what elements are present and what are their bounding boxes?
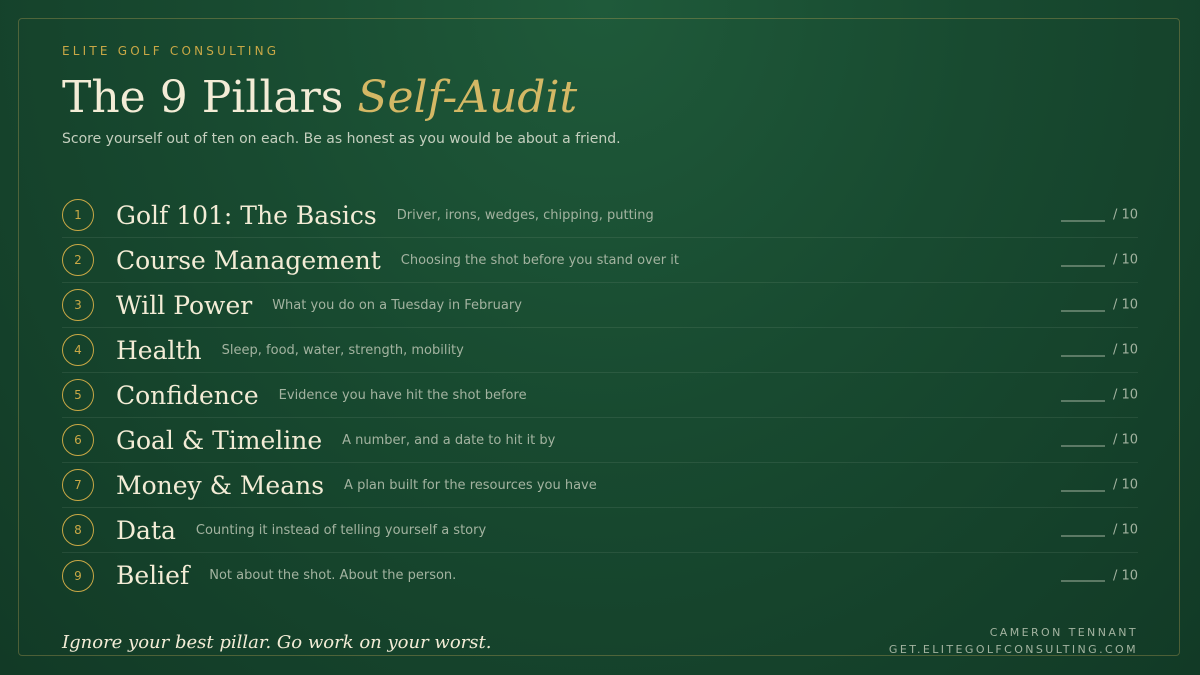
pillar-name: Belief bbox=[116, 561, 190, 590]
score-out-of: / 10 bbox=[1112, 207, 1138, 223]
score-out-of: / 10 bbox=[1112, 252, 1138, 268]
brand-eyebrow: ELITE GOLF CONSULTING bbox=[62, 44, 280, 58]
score-blank-line[interactable] bbox=[1060, 299, 1105, 311]
pillar-row: 1 Golf 101: The Basics Driver, irons, we… bbox=[62, 193, 1138, 238]
pillar-name: Confidence bbox=[116, 380, 259, 410]
score-out-of: / 10 bbox=[1112, 387, 1138, 403]
pillar-number-badge: 2 bbox=[62, 244, 94, 276]
website-url: GET.ELITEGOLFCONSULTING.COM bbox=[888, 643, 1138, 656]
score-field: / 10 bbox=[1060, 252, 1138, 268]
page-title: The 9 Pillars Self-Audit bbox=[62, 68, 577, 128]
pillar-number-badge: 4 bbox=[62, 334, 94, 366]
score-out-of: / 10 bbox=[1112, 297, 1138, 313]
score-blank-line[interactable] bbox=[1060, 434, 1105, 446]
pillar-row: 9 Belief Not about the shot. About the p… bbox=[62, 553, 1138, 598]
pillar-name: Money & Means bbox=[116, 470, 325, 500]
pillar-number-badge: 3 bbox=[62, 289, 94, 321]
pillar-number-badge: 8 bbox=[62, 514, 94, 546]
score-blank-line[interactable] bbox=[1060, 389, 1105, 401]
pillar-list: 1 Golf 101: The Basics Driver, irons, we… bbox=[62, 193, 1138, 598]
score-field: / 10 bbox=[1060, 207, 1138, 223]
pillar-name: Goal & Timeline bbox=[116, 425, 323, 455]
pillar-description: A number, and a date to hit it by bbox=[342, 432, 556, 448]
title-main: The 9 Pillars bbox=[62, 72, 358, 123]
pillar-row: 4 Health Sleep, food, water, strength, m… bbox=[62, 328, 1138, 373]
score-blank-line[interactable] bbox=[1060, 209, 1105, 221]
score-field: / 10 bbox=[1060, 568, 1138, 583]
score-field: / 10 bbox=[1060, 477, 1138, 493]
pillar-description: What you do on a Tuesday in February bbox=[272, 297, 522, 313]
pillar-number-badge: 7 bbox=[62, 469, 94, 501]
score-field: / 10 bbox=[1060, 432, 1138, 448]
pillar-number-badge: 5 bbox=[62, 379, 94, 411]
author-name: CAMERON TENNANT bbox=[989, 626, 1138, 639]
pillar-description: A plan built for the resources you have bbox=[344, 477, 597, 493]
pillar-description: Evidence you have hit the shot before bbox=[278, 387, 527, 403]
score-out-of: / 10 bbox=[1112, 432, 1138, 448]
score-out-of: / 10 bbox=[1112, 342, 1138, 358]
page-subtitle: Score yourself out of ten on each. Be as… bbox=[62, 131, 621, 147]
pillar-number-badge: 9 bbox=[62, 559, 94, 592]
pillar-name: Will Power bbox=[116, 290, 253, 320]
score-field: / 10 bbox=[1060, 522, 1138, 538]
score-blank-line[interactable] bbox=[1060, 344, 1105, 356]
pillar-row: 3 Will Power What you do on a Tuesday in… bbox=[62, 283, 1138, 328]
pillar-name: Golf 101: The Basics bbox=[116, 200, 377, 230]
score-blank-line[interactable] bbox=[1060, 570, 1105, 582]
score-out-of: / 10 bbox=[1112, 522, 1138, 538]
pillar-description: Choosing the shot before you stand over … bbox=[400, 252, 679, 268]
score-field: / 10 bbox=[1060, 297, 1138, 313]
score-blank-line[interactable] bbox=[1060, 479, 1105, 491]
pillar-name: Data bbox=[116, 515, 176, 545]
score-out-of: / 10 bbox=[1112, 568, 1138, 583]
pillar-row: 6 Goal & Timeline A number, and a date t… bbox=[62, 418, 1138, 463]
pillar-row: 2 Course Management Choosing the shot be… bbox=[62, 238, 1138, 283]
pillar-description: Driver, irons, wedges, chipping, putting bbox=[396, 207, 654, 223]
score-blank-line[interactable] bbox=[1060, 524, 1105, 536]
pillar-number-badge: 1 bbox=[62, 199, 94, 231]
score-field: / 10 bbox=[1060, 342, 1138, 358]
pillar-row: 8 Data Counting it instead of telling yo… bbox=[62, 508, 1138, 553]
footer-credit: CAMERON TENNANT GET.ELITEGOLFCONSULTING.… bbox=[889, 624, 1138, 658]
pillar-row: 5 Confidence Evidence you have hit the s… bbox=[62, 373, 1138, 418]
score-field: / 10 bbox=[1060, 387, 1138, 403]
pillar-name: Health bbox=[116, 335, 202, 365]
pillar-description: Not about the shot. About the person. bbox=[209, 568, 457, 583]
title-accent: Self-Audit bbox=[357, 72, 578, 123]
pillar-row: 7 Money & Means A plan built for the res… bbox=[62, 463, 1138, 508]
score-blank-line[interactable] bbox=[1060, 254, 1105, 266]
pillar-description: Counting it instead of telling yourself … bbox=[195, 522, 487, 538]
pillar-number-badge: 6 bbox=[62, 424, 94, 456]
pillar-name: Course Management bbox=[116, 245, 381, 275]
pillar-description: Sleep, food, water, strength, mobility bbox=[221, 342, 464, 358]
footer-quote: Ignore your best pillar. Go work on your… bbox=[62, 632, 492, 653]
score-out-of: / 10 bbox=[1112, 477, 1138, 493]
